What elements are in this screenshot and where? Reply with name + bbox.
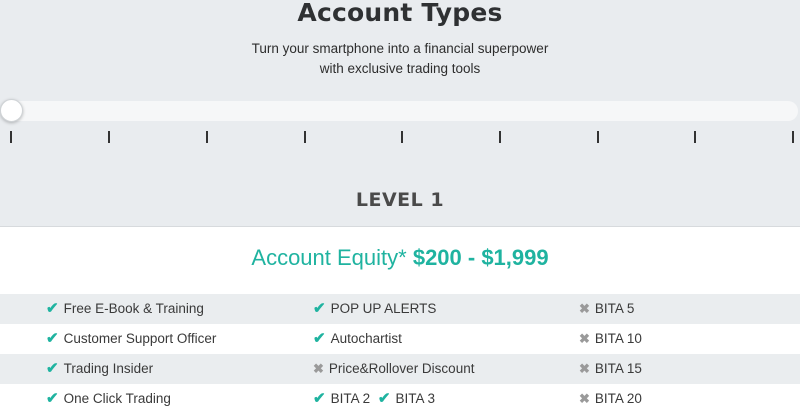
page-subtitle: Turn your smartphone into a financial su… (0, 39, 800, 79)
slider-tick[interactable] (10, 131, 12, 143)
slider-tick[interactable] (206, 131, 208, 143)
subtitle-line-1: Turn your smartphone into a financial su… (251, 41, 549, 56)
slider-tick[interactable] (597, 131, 599, 143)
feature-label: BITA 15 (594, 361, 642, 376)
check-icon: ✔ (313, 330, 326, 347)
feature-label: POP UP ALERTS (330, 301, 437, 316)
check-icon: ✔ (46, 330, 59, 347)
feature-label: BITA 10 (594, 331, 642, 346)
feature-item: ✔ One Click Trading (46, 384, 171, 414)
feature-item: ✔ Customer Support Officer (46, 324, 216, 354)
feature-item: ✖ BITA 20 (579, 384, 642, 414)
subtitle-line-2: with exclusive trading tools (319, 61, 481, 76)
cross-icon: ✖ (579, 361, 590, 376)
slider-tick[interactable] (499, 131, 501, 143)
cross-icon: ✖ (579, 331, 590, 346)
equity-range: $200 - $1,999 (412, 245, 549, 270)
equity-label: Account Equity* (251, 245, 407, 270)
slider-tick[interactable] (108, 131, 110, 143)
feature-item: ✔ Trading Insider (46, 354, 153, 384)
check-icon: ✔ (313, 390, 326, 407)
feature-item: ✖ Price&Rollover Discount (313, 354, 474, 384)
check-icon: ✔ (46, 390, 59, 407)
level-heading: LEVEL 1 (355, 189, 445, 211)
slider-tick[interactable] (401, 131, 403, 143)
feature-label: Free E-Book & Training (63, 301, 204, 316)
cross-icon: ✖ (313, 361, 324, 376)
check-icon: ✔ (313, 300, 326, 317)
check-icon: ✔ (377, 390, 391, 407)
account-equity: Account Equity* $200 - $1,999 (0, 245, 800, 271)
feature-label: BITA 2 (330, 391, 371, 406)
feature-item: ✖ BITA 10 (579, 324, 642, 354)
feature-label: BITA 3 (395, 391, 435, 406)
feature-row: ✔ Free E-Book & Training ✔ POP UP ALERTS ✖… (0, 294, 800, 324)
feature-row: ✔ Trading Insider ✖ Price&Rollover Discoun… (0, 354, 800, 384)
feature-label: Autochartist (330, 331, 402, 346)
cross-icon: ✖ (579, 391, 590, 406)
level-slider-thumb[interactable] (0, 99, 23, 122)
feature-item: ✔ POP UP ALERTS (313, 294, 436, 324)
feature-row: ✔ One Click Trading ✔ BITA 2 ✔ BITA 3 ✖ BITA… (0, 384, 800, 414)
check-icon: ✔ (46, 360, 59, 377)
feature-label: One Click Trading (63, 391, 171, 406)
slider-tick[interactable] (792, 131, 794, 143)
feature-label: Customer Support Officer (63, 331, 217, 346)
feature-item: ✔ Free E-Book & Training (46, 294, 204, 324)
page-title: Account Types (297, 0, 503, 27)
feature-item: ✖ BITA 15 (579, 354, 642, 384)
feature-row: ✔ Customer Support Officer ✔ Autochartist … (0, 324, 800, 354)
feature-label: Trading Insider (63, 361, 154, 376)
check-icon: ✔ (46, 300, 59, 317)
feature-item: ✔ Autochartist (313, 324, 402, 354)
feature-label: BITA 5 (594, 301, 635, 316)
feature-item: ✖ BITA 5 (579, 294, 634, 324)
slider-tick[interactable] (694, 131, 696, 143)
feature-item: ✔ BITA 2 ✔ BITA 3 (313, 384, 435, 414)
cross-icon: ✖ (579, 301, 590, 316)
slider-tick[interactable] (304, 131, 306, 143)
feature-label: BITA 20 (594, 391, 642, 406)
feature-label: Price&Rollover Discount (328, 361, 475, 376)
level-slider-track[interactable] (0, 101, 798, 121)
